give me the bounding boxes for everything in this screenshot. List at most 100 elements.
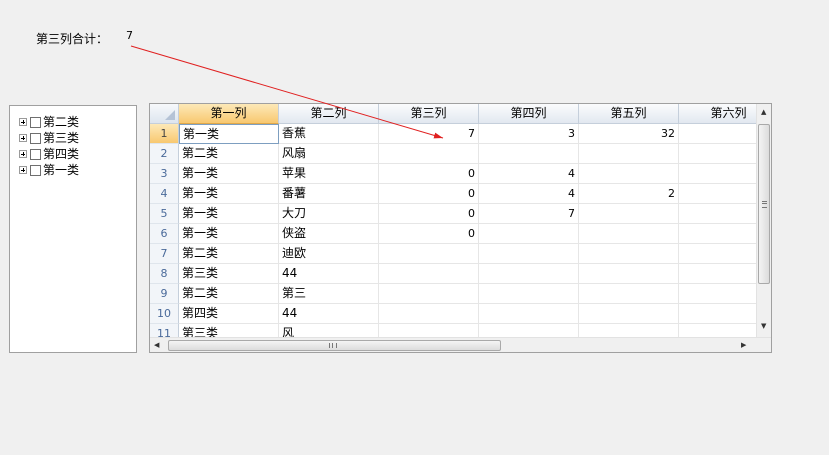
row-header[interactable]: 2 [150, 144, 179, 164]
table-row[interactable]: 2 第二类 风扇 [150, 144, 771, 164]
table-row[interactable]: 6 第一类 侠盗 0 [150, 224, 771, 244]
table-cell[interactable] [479, 224, 579, 244]
tree-item[interactable]: 第四类 [19, 146, 79, 162]
tree-item-label: 第二类 [43, 115, 80, 129]
checkbox-icon[interactable] [30, 164, 41, 176]
table-cell[interactable]: 第一类 [179, 204, 279, 224]
table-cell[interactable]: 迪欧 [279, 244, 379, 264]
select-all-corner[interactable] [150, 104, 179, 124]
expand-icon[interactable] [19, 150, 27, 158]
table-row[interactable]: 10 第四类 44 [150, 304, 771, 324]
column-header[interactable]: 第一列 [179, 104, 279, 124]
table-cell[interactable]: 4 [479, 184, 579, 204]
category-tree[interactable]: 第二类 第三类 第四类 第一类 [9, 105, 137, 353]
table-cell[interactable]: 第二类 [179, 244, 279, 264]
tree-item[interactable]: 第一类 [19, 162, 79, 178]
table-cell[interactable]: 侠盗 [279, 224, 379, 244]
table-row[interactable]: 1 第一类 香蕉 7 3 32 [150, 124, 771, 144]
scroll-left-icon[interactable]: ◀ [154, 342, 159, 349]
table-cell[interactable]: 第一类 [179, 184, 279, 204]
table-cell[interactable]: 第三类 [179, 264, 279, 284]
table-cell[interactable]: 4 [479, 164, 579, 184]
table-cell[interactable]: 香蕉 [279, 124, 379, 144]
table-cell[interactable]: 第三 [279, 284, 379, 304]
table-row[interactable]: 4 第一类 番薯 0 4 2 [150, 184, 771, 204]
table-row[interactable]: 9 第二类 第三 [150, 284, 771, 304]
table-cell[interactable] [379, 264, 479, 284]
table-cell[interactable]: 第一类 [179, 164, 279, 184]
row-header[interactable]: 9 [150, 284, 179, 304]
table-cell[interactable] [379, 144, 479, 164]
table-cell[interactable] [479, 144, 579, 164]
scroll-up-icon[interactable]: ▲ [761, 109, 766, 116]
row-header[interactable]: 4 [150, 184, 179, 204]
row-header[interactable]: 6 [150, 224, 179, 244]
table-cell[interactable] [579, 284, 679, 304]
table-cell[interactable] [479, 264, 579, 284]
table-cell[interactable]: 大刀 [279, 204, 379, 224]
table-cell[interactable] [479, 304, 579, 324]
table-cell[interactable]: 第二类 [179, 284, 279, 304]
row-header[interactable]: 5 [150, 204, 179, 224]
table-cell[interactable]: 第四类 [179, 304, 279, 324]
expand-icon[interactable] [19, 134, 27, 142]
data-grid[interactable]: 第一列 第二列 第三列 第四列 第五列 第六列 1 第一类 香蕉 7 3 32 2 第二类 风扇… [149, 103, 772, 353]
table-cell[interactable]: 7 [379, 124, 479, 144]
table-row[interactable]: 5 第一类 大刀 0 7 [150, 204, 771, 224]
scroll-down-icon[interactable]: ▼ [761, 323, 766, 330]
scroll-right-icon[interactable]: ▶ [741, 342, 746, 349]
row-header[interactable]: 1 [150, 124, 179, 144]
table-cell[interactable]: 44 [279, 304, 379, 324]
expand-icon[interactable] [19, 166, 27, 174]
expand-icon[interactable] [19, 118, 27, 126]
table-cell[interactable]: 0 [379, 204, 479, 224]
table-cell[interactable] [579, 144, 679, 164]
tree-item[interactable]: 第二类 [19, 114, 79, 130]
table-cell[interactable]: 第一类 [179, 124, 279, 144]
vertical-scrollbar[interactable]: ▲ ▼ [756, 104, 771, 337]
horizontal-scrollbar[interactable]: ◀ ▶ [150, 337, 771, 352]
checkbox-icon[interactable] [30, 116, 41, 128]
table-cell[interactable]: 0 [379, 224, 479, 244]
table-cell[interactable] [579, 224, 679, 244]
table-cell[interactable] [479, 284, 579, 304]
table-row[interactable]: 8 第三类 44 [150, 264, 771, 284]
row-header[interactable]: 7 [150, 244, 179, 264]
table-cell[interactable] [479, 244, 579, 264]
row-header[interactable]: 8 [150, 264, 179, 284]
checkbox-icon[interactable] [30, 132, 41, 144]
table-row[interactable]: 3 第一类 苹果 0 4 [150, 164, 771, 184]
table-cell[interactable]: 2 [579, 184, 679, 204]
table-cell[interactable] [579, 264, 679, 284]
table-cell[interactable] [579, 244, 679, 264]
column-header[interactable]: 第四列 [479, 104, 579, 124]
table-cell[interactable]: 风扇 [279, 144, 379, 164]
table-cell[interactable] [379, 304, 479, 324]
tree-item-label: 第四类 [43, 147, 80, 161]
table-cell[interactable] [379, 244, 479, 264]
row-header[interactable]: 3 [150, 164, 179, 184]
row-header[interactable]: 10 [150, 304, 179, 324]
column-header[interactable]: 第五列 [579, 104, 679, 124]
table-cell[interactable]: 第一类 [179, 224, 279, 244]
table-row[interactable]: 7 第二类 迪欧 [150, 244, 771, 264]
column-header[interactable]: 第三列 [379, 104, 479, 124]
table-cell[interactable]: 苹果 [279, 164, 379, 184]
tree-item[interactable]: 第三类 [19, 130, 79, 146]
table-cell[interactable]: 第二类 [179, 144, 279, 164]
table-cell[interactable]: 44 [279, 264, 379, 284]
table-cell[interactable]: 7 [479, 204, 579, 224]
table-cell[interactable] [579, 304, 679, 324]
table-cell[interactable] [579, 204, 679, 224]
table-cell[interactable]: 0 [379, 164, 479, 184]
column-header[interactable]: 第二列 [279, 104, 379, 124]
vertical-scroll-thumb[interactable] [758, 124, 770, 284]
table-cell[interactable]: 3 [479, 124, 579, 144]
table-cell[interactable] [379, 284, 479, 304]
checkbox-icon[interactable] [30, 148, 41, 160]
table-cell[interactable] [579, 164, 679, 184]
table-cell[interactable]: 番薯 [279, 184, 379, 204]
horizontal-scroll-thumb[interactable] [168, 340, 501, 351]
table-cell[interactable]: 0 [379, 184, 479, 204]
table-cell[interactable]: 32 [579, 124, 679, 144]
